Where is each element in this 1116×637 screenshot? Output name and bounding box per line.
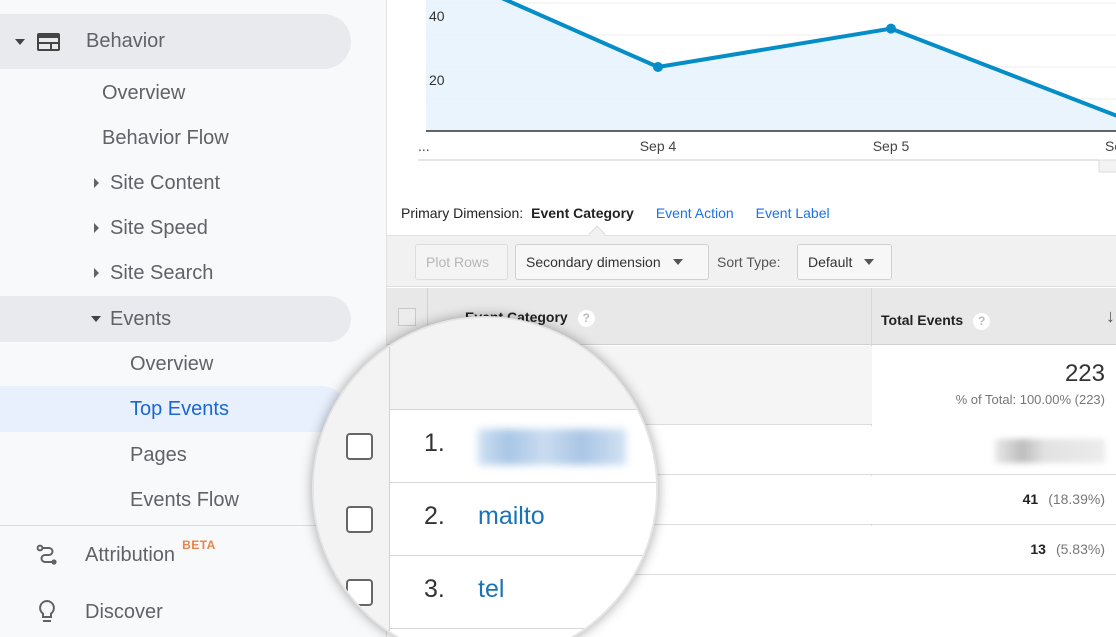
row-total-events: 41(18.39%) <box>1023 491 1105 507</box>
sidebar-item-label: Events Flow <box>130 489 239 512</box>
magnified-row: 3. tel <box>314 557 658 629</box>
secondary-dimension-dropdown[interactable]: Secondary dimension <box>515 244 709 280</box>
sidebar-item-events-flow[interactable]: Events Flow <box>130 477 239 523</box>
category-link-tel[interactable]: tel <box>478 575 504 604</box>
row-checkbox[interactable] <box>346 433 373 460</box>
sidebar-item-events[interactable]: Events <box>0 296 351 342</box>
primary-dimension-label: Primary Dimension: <box>401 205 523 221</box>
caret-down-icon <box>673 259 683 265</box>
magnifier-lens: 1. 2. mailto 3. tel <box>312 316 658 637</box>
totals-cell: 223 % of Total: 100.00% (223) <box>872 346 1116 425</box>
sidebar-item-top-events[interactable]: Top Events <box>0 386 345 432</box>
table-toolbar: Plot Rows Secondary dimension Sort Type:… <box>387 235 1116 287</box>
primary-dimension-event-label[interactable]: Event Label <box>756 205 830 221</box>
caret-right-icon <box>94 268 99 278</box>
sort-type-dropdown[interactable]: Default <box>797 244 892 280</box>
x-tick-label: Sep 4 <box>640 138 677 154</box>
sidebar-item-label: Site Search <box>110 262 213 285</box>
sidebar-item-label: Overview <box>102 82 185 105</box>
x-tick-label: ... <box>418 138 430 154</box>
analytics-top-events-view: Behavior Overview Behavior Flow Site Con… <box>0 0 1116 637</box>
sidebar-item-behavior[interactable]: Behavior <box>0 14 351 69</box>
redacted-value <box>995 439 1105 463</box>
chart-scroll-handle <box>1099 160 1116 172</box>
chart-svg: 40 20... Sep 4 Sep 5 Se <box>387 0 1116 180</box>
row-total-events: 13(5.83%) <box>1030 541 1105 557</box>
help-icon[interactable]: ? <box>973 313 990 330</box>
redacted-category-link[interactable] <box>478 429 626 465</box>
caret-down-icon <box>91 316 101 322</box>
row-checkbox[interactable] <box>346 506 373 533</box>
sort-type-value: Default <box>808 254 852 270</box>
plot-rows-button[interactable]: Plot Rows <box>415 244 508 280</box>
header-total-events[interactable]: Total Events? <box>881 312 990 330</box>
sidebar-item-label: Attribution <box>85 544 175 567</box>
sidebar-item-label: Behavior <box>86 30 165 53</box>
sort-type-label: Sort Type: <box>717 254 781 270</box>
sidebar-item-site-search[interactable]: Site Search <box>94 250 213 296</box>
sidebar-item-label: Discover <box>85 601 163 624</box>
category-link-mailto[interactable]: mailto <box>478 502 545 531</box>
sidebar-item-attribution[interactable]: Attribution BETA <box>35 532 216 578</box>
plot-rows-label: Plot Rows <box>426 254 489 270</box>
magnified-table: 1. 2. mailto 3. tel <box>314 318 658 637</box>
caret-down-icon <box>15 39 25 45</box>
sidebar-item-events-overview[interactable]: Overview <box>130 341 213 387</box>
attribution-path-icon <box>35 543 59 567</box>
total-events-percent: % of Total: 100.00% (223) <box>956 392 1105 407</box>
x-tick-label: Se <box>1105 138 1116 154</box>
caret-right-icon <box>94 223 99 233</box>
sidebar-item-site-speed[interactable]: Site Speed <box>94 205 208 251</box>
primary-dimension-bar: Primary Dimension: Event Category Event … <box>401 205 830 221</box>
sidebar-item-label: Events <box>110 308 171 331</box>
sidebar-item-label: Pages <box>130 444 187 467</box>
row-number: 1. <box>424 429 445 458</box>
sidebar-item-label: Top Events <box>130 398 229 421</box>
sidebar-item-behavior-flow[interactable]: Behavior Flow <box>102 115 229 161</box>
sidebar-item-label: Overview <box>130 353 213 376</box>
y-tick-label: 20 <box>429 72 445 88</box>
behavior-window-icon <box>37 33 60 51</box>
magnified-row: 1. <box>314 411 658 483</box>
sidebar-item-behavior-overview[interactable]: Overview <box>102 70 185 116</box>
caret-down-icon <box>864 259 874 265</box>
row-number: 2. <box>424 502 445 531</box>
sidebar-item-discover[interactable]: Discover <box>37 589 163 635</box>
total-events-value: 223 <box>1065 360 1105 388</box>
data-point <box>886 24 896 34</box>
sort-descending-icon[interactable]: ↓ <box>1106 306 1115 327</box>
row-checkbox[interactable] <box>346 579 373 606</box>
y-tick-label: 40 <box>429 8 445 24</box>
sidebar-item-label: Behavior Flow <box>102 127 229 150</box>
sidebar-item-label: Site Content <box>110 172 220 195</box>
header-label: Total Events <box>881 312 963 328</box>
caret-right-icon <box>94 178 99 188</box>
sidebar-item-label: Site Speed <box>110 217 208 240</box>
row-number: 3. <box>424 575 445 604</box>
magnified-row: 2. mailto <box>314 484 658 556</box>
beta-badge: BETA <box>182 538 216 552</box>
lightbulb-icon <box>37 599 57 625</box>
x-tick-label: Sep 5 <box>873 138 910 154</box>
sidebar-item-pages[interactable]: Pages <box>130 432 187 478</box>
sidebar-item-site-content[interactable]: Site Content <box>94 160 220 206</box>
primary-dimension-event-action[interactable]: Event Action <box>656 205 734 221</box>
primary-dimension-selected[interactable]: Event Category <box>531 205 634 221</box>
secondary-dimension-label: Secondary dimension <box>526 254 661 270</box>
data-point <box>653 62 663 72</box>
events-line-chart: 40 20... Sep 4 Sep 5 Se <box>387 0 1116 180</box>
